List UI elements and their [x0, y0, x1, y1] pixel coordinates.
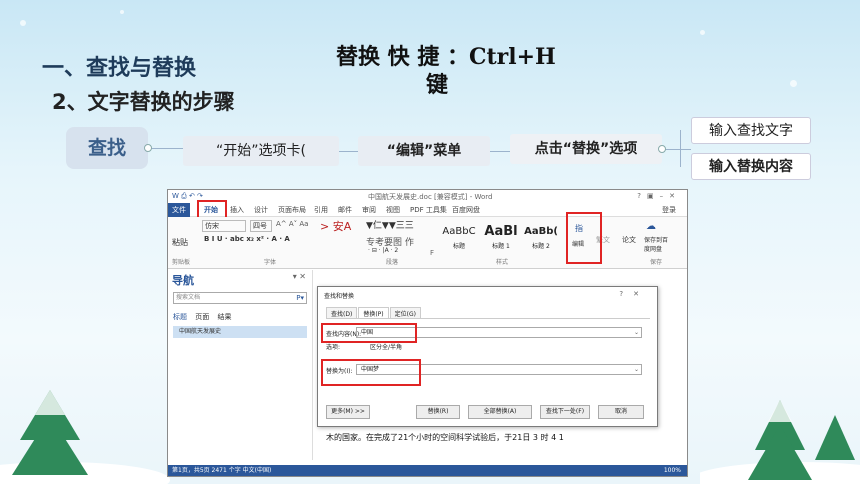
paragraph-icons-3[interactable]: · ⊟ · |A · 2	[368, 247, 398, 254]
collapse-dot-icon	[144, 144, 152, 152]
tab-references[interactable]: 引用	[314, 205, 328, 215]
cloud-icon[interactable]: ☁	[646, 221, 656, 232]
clipboard-group-label: 剪贴板	[172, 259, 191, 266]
snow-dot	[700, 30, 705, 35]
snow-dot	[20, 20, 26, 26]
divider	[326, 318, 650, 319]
connector	[490, 151, 510, 152]
style-h1-label: 标题 1	[492, 243, 510, 250]
replace-all-button[interactable]: 全部替换(A)	[468, 405, 532, 419]
word-window: W ⎙ ↶ ↷ 中国航天发展史.doc [兼容模式] - Word ?▣–✕ 文…	[167, 189, 688, 477]
status-text: 第1页，共5页 2471 个字 中文(中国)	[172, 467, 272, 474]
tab-design[interactable]: 设计	[254, 205, 268, 215]
snow-dot	[120, 10, 124, 14]
font-group-label: 字体	[264, 259, 277, 266]
tab-view[interactable]: 视图	[386, 205, 400, 215]
word-titlebar: W ⎙ ↶ ↷ 中国航天发展史.doc [兼容模式] - Word ?▣–✕	[168, 190, 687, 203]
tab-baidu[interactable]: 百度网盘	[452, 205, 480, 215]
style-normal-label: 标题	[452, 243, 465, 250]
tab-review[interactable]: 审阅	[362, 205, 376, 215]
search-icon[interactable]: P▾	[296, 293, 304, 303]
zoom-level[interactable]: 100%	[664, 465, 681, 476]
step-enter-find-text: 输入查找文字	[691, 117, 811, 144]
save-cloud-button[interactable]: 保存到百度网盘	[644, 235, 668, 253]
chevron-down-icon[interactable]: ⌄	[634, 328, 639, 337]
page-title: 一、查找与替换	[42, 56, 197, 81]
find-next-button[interactable]: 查找下一处(F)	[540, 405, 590, 419]
nav-tab-pages[interactable]: 页面	[195, 313, 209, 321]
bullet-arrow-icon[interactable]: > 安A	[320, 218, 351, 234]
highlight-replace-field	[321, 359, 421, 386]
status-bar: 第1页，共5页 2471 个字 中文(中国) 100%	[168, 465, 687, 476]
step-edit-menu: “编辑”菜单	[358, 136, 490, 166]
nav-tabs: 标题 页面 结果	[173, 312, 237, 322]
cancel-button[interactable]: 取消	[598, 405, 644, 419]
dialog-close-icon[interactable]: ?✕	[619, 290, 649, 298]
style-normal-sample: AaBbC	[442, 226, 476, 237]
style-h2-sample: AaBb(	[524, 226, 558, 237]
document-text: 木的国家。在完成了21个小时的空间科学试验后，于21日 3 时 4 1	[326, 433, 564, 442]
nav-title: 导航	[172, 274, 194, 287]
tab-layout[interactable]: 页面布局	[278, 205, 306, 215]
connector	[148, 148, 183, 149]
navigation-pane: 导航 ▾ ✕ 搜索文档 P▾ 标题 页面 结果 中国航天发展史	[168, 270, 313, 460]
options-label: 选项:	[326, 344, 341, 351]
paper-button[interactable]: 论文	[622, 235, 636, 245]
nav-item[interactable]: 中国航天发展史	[173, 326, 307, 338]
word-title: 中国航天发展史.doc [兼容模式] - Word	[368, 193, 493, 201]
shortcut-note: 替换 快 捷 ：Ctrl+H 键	[336, 44, 556, 98]
style-normal[interactable]: AaBbC 标题	[440, 221, 478, 251]
font-size-select[interactable]: 四号	[250, 220, 272, 232]
more-button[interactable]: 更多(M) >>	[326, 405, 370, 419]
shortcut-line2: 键	[426, 72, 449, 98]
replace-button[interactable]: 替换(R)	[416, 405, 460, 419]
styles-group-label: 样式	[496, 259, 509, 266]
paragraph-icons[interactable]: ▼仁▼▼三三	[366, 218, 414, 231]
tab-pdf[interactable]: PDF 工具集	[410, 205, 447, 215]
tab-mailings[interactable]: 邮件	[338, 205, 352, 215]
font-format-icons[interactable]: B I U · abc x₂ x² · A · A	[204, 235, 290, 243]
window-controls[interactable]: ?▣–✕	[637, 192, 681, 200]
mindmap-root-find: 查找	[66, 127, 148, 169]
highlight-find-field	[321, 323, 417, 343]
chevron-down-icon[interactable]: ⌄	[634, 365, 639, 374]
dialog-title: 查找和替换	[324, 293, 355, 300]
connector	[680, 130, 681, 167]
style-heading1[interactable]: AaBl 标题 1	[482, 221, 520, 251]
snow-dot	[790, 80, 797, 87]
snowy-tree-left-icon	[0, 390, 170, 484]
style-h2-label: 标题 2	[532, 243, 550, 250]
nav-search-input[interactable]: 搜索文档 P▾	[173, 292, 307, 304]
ribbon: 粘贴 剪贴板 仿宋 四号 A^ A˅ Aa > 安A B I U · abc x…	[168, 217, 687, 269]
ribbon-tabs: 文件 开始 插入 设计 页面布局 引用 邮件 审阅 视图 PDF 工具集 百度网…	[168, 203, 687, 217]
step-enter-replace-text: 输入替换内容	[691, 153, 811, 180]
paragraph-group-label: 段落	[386, 259, 399, 266]
find-replace-dialog: 查找和替换 ?✕ 查找(D) 替换(P) 定位(G) 查找内容(N): 中国 ⌄ 选…	[317, 286, 658, 427]
style-h1-sample: AaBl	[484, 224, 518, 239]
nav-tab-headings[interactable]: 标题	[173, 313, 187, 321]
connector	[339, 151, 358, 152]
nav-search-placeholder: 搜索文档	[176, 294, 201, 301]
paragraph-more-icon[interactable]: F	[430, 249, 434, 257]
tab-file[interactable]: 文件	[168, 203, 190, 217]
shortcut-line1: 替换 快 捷 ：Ctrl+H	[336, 44, 556, 70]
snowy-tree-right-icon	[700, 400, 860, 484]
subtitle: 2、文字替换的步骤	[52, 90, 235, 114]
nav-tab-results[interactable]: 结果	[217, 313, 231, 321]
step-click-replace: 点击“替换”选项	[510, 134, 662, 164]
highlight-edit-group	[566, 212, 602, 264]
tab-insert[interactable]: 插入	[230, 205, 244, 215]
style-heading2[interactable]: AaBb( 标题 2	[522, 221, 560, 251]
font-name-select[interactable]: 仿宋	[202, 220, 246, 232]
step-start-tab: “开始”选项卡(	[183, 136, 339, 166]
paste-button[interactable]: 粘贴	[172, 237, 188, 248]
options-value: 区分全/半角	[370, 344, 403, 351]
collapse-dot-icon	[658, 145, 666, 153]
connector	[662, 149, 691, 150]
save-group-label: 保存	[650, 259, 663, 266]
nav-close-icon[interactable]: ▾ ✕	[293, 272, 306, 281]
font-grow-icon[interactable]: A^ A˅ Aa	[276, 220, 308, 228]
login-link[interactable]: 登录	[662, 205, 676, 215]
